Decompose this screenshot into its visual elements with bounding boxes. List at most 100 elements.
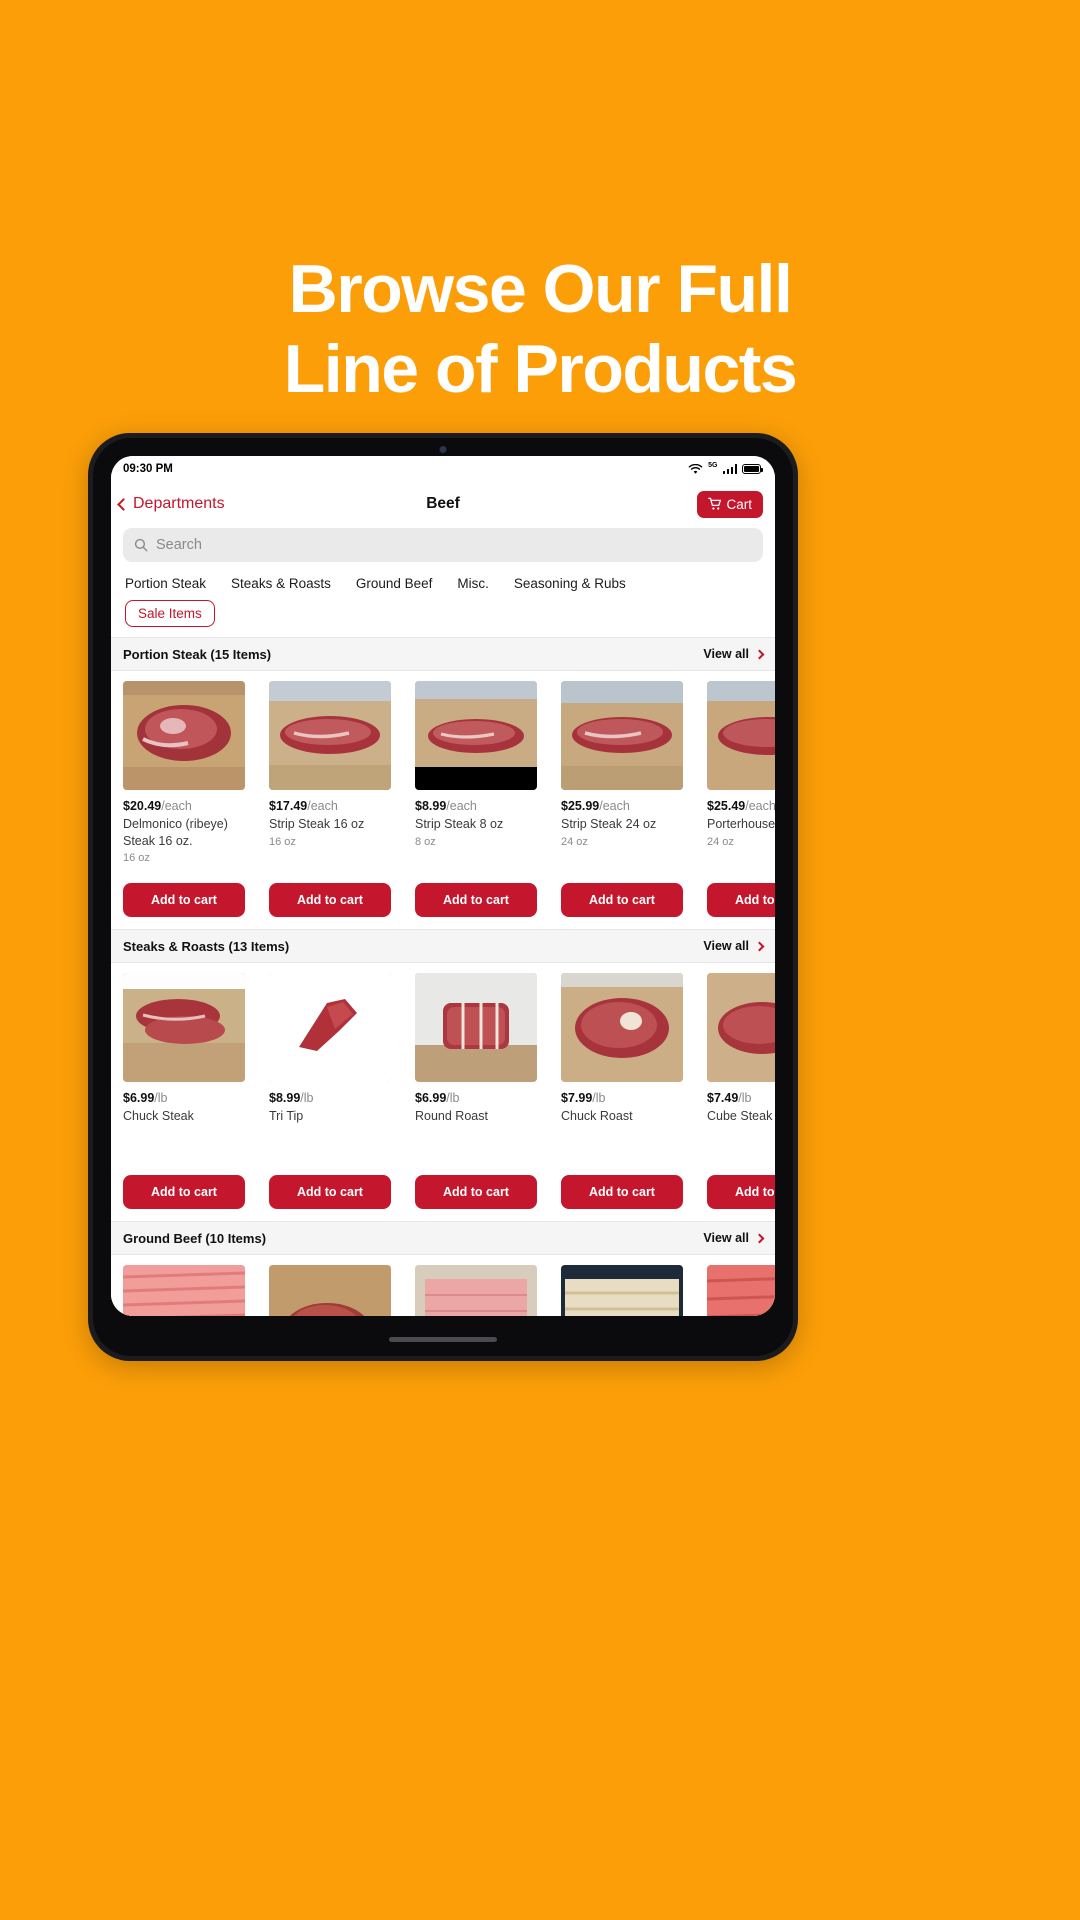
steak-photo-icon — [707, 973, 775, 1082]
product-image — [561, 1265, 683, 1316]
price-unit: /each — [161, 799, 192, 813]
product-card[interactable] — [269, 1265, 391, 1316]
product-image — [269, 973, 391, 1082]
price-unit: /lb — [592, 1091, 606, 1105]
price-unit: /each — [599, 799, 630, 813]
product-info: $25.99/each Strip Steak 24 oz 24 oz — [561, 799, 683, 873]
price-unit: /each — [307, 799, 338, 813]
home-indicator — [389, 1337, 497, 1342]
product-image — [707, 681, 775, 790]
tablet-device-frame: 09:30 PM 5G Departments Beef Cart Search… — [88, 433, 798, 1361]
tablet-bezel: 09:30 PM 5G Departments Beef Cart Search… — [93, 438, 793, 1356]
price-value: $6.99 — [123, 1091, 155, 1105]
add-to-cart-button[interactable]: Add to cart — [561, 1175, 683, 1209]
add-to-cart-button[interactable]: Add to cart — [269, 1175, 391, 1209]
product-size: 24 oz — [707, 835, 734, 848]
back-to-departments-button[interactable]: Departments — [117, 495, 225, 513]
cart-label: Cart — [726, 496, 752, 512]
product-card[interactable] — [415, 1265, 537, 1316]
view-all-link[interactable]: View all — [703, 1231, 765, 1245]
product-card[interactable]: $6.99/lb Chuck Steak Add to cart — [123, 973, 245, 1209]
product-card[interactable] — [123, 1265, 245, 1316]
product-card[interactable]: $25.49/each Porterhouse 24 oz 24 oz Add … — [707, 681, 775, 917]
roast-photo-icon — [415, 973, 537, 1082]
add-to-cart-button[interactable]: Add to cart — [269, 883, 391, 917]
steak-photo-icon — [269, 973, 391, 1082]
add-to-cart-button[interactable]: Add to cart — [123, 883, 245, 917]
chip-sale-items[interactable]: Sale Items — [125, 600, 215, 627]
add-to-cart-button[interactable]: Add to cart — [123, 1175, 245, 1209]
section-header: Steaks & Roasts (13 Items) View all — [111, 929, 775, 963]
ground-beef-photo-icon — [561, 1265, 683, 1316]
product-info: $8.99/each Strip Steak 8 oz 8 oz — [415, 799, 537, 873]
section-title: Steaks & Roasts (13 Items) — [123, 938, 290, 954]
product-image — [415, 1265, 537, 1316]
add-to-cart-button[interactable]: Add to cart — [415, 883, 537, 917]
product-card[interactable]: $7.49/lb Cube Steak Add to cart — [707, 973, 775, 1209]
tab-seasoning-rubs[interactable]: Seasoning & Rubs — [514, 576, 626, 591]
price-unit: /lb — [300, 1091, 314, 1105]
add-to-cart-button[interactable]: Add to cart — [707, 883, 775, 917]
product-card[interactable] — [561, 1265, 683, 1316]
product-name: Tri Tip — [269, 1109, 304, 1123]
product-card[interactable]: $6.99/lb Round Roast Add to cart — [415, 973, 537, 1209]
filter-chip-row: Sale Items — [111, 591, 775, 637]
price-value: $20.49 — [123, 799, 162, 813]
product-name: Porterhouse 24 oz — [707, 817, 775, 831]
price-value: $25.49 — [707, 799, 746, 813]
product-card[interactable] — [707, 1265, 775, 1316]
section-header: Portion Steak (15 Items) View all — [111, 637, 775, 671]
chevron-left-icon — [117, 497, 130, 511]
product-row: $20.49/each Delmonico (ribeye) Steak 16 … — [111, 671, 775, 929]
search-icon — [134, 538, 148, 552]
product-card[interactable]: $8.99/each Strip Steak 8 oz 8 oz Add to … — [415, 681, 537, 917]
add-to-cart-button[interactable]: Add to cart — [707, 1175, 775, 1209]
product-image — [561, 973, 683, 1082]
product-name: Cube Steak — [707, 1109, 773, 1123]
product-info: $7.49/lb Cube Steak — [707, 1091, 775, 1165]
product-image — [123, 973, 245, 1082]
price-value: $8.99 — [415, 799, 447, 813]
product-price: $25.49/each — [707, 799, 775, 813]
category-tab-bar: Portion Steak Steaks & Roasts Ground Bee… — [111, 570, 775, 591]
price-unit: /lb — [446, 1091, 460, 1105]
search-placeholder: Search — [156, 537, 202, 553]
view-all-label: View all — [703, 939, 749, 953]
add-to-cart-button[interactable]: Add to cart — [561, 883, 683, 917]
navigation-bar: Departments Beef Cart — [111, 482, 775, 526]
steak-photo-icon — [123, 973, 245, 1082]
product-image — [269, 1265, 391, 1316]
product-price: $6.99/lb — [123, 1091, 245, 1105]
product-card[interactable]: $8.99/lb Tri Tip Add to cart — [269, 973, 391, 1209]
steak-photo-icon — [123, 681, 245, 790]
product-card[interactable]: $17.49/each Strip Steak 16 oz 16 oz Add … — [269, 681, 391, 917]
product-info: $25.49/each Porterhouse 24 oz 24 oz — [707, 799, 775, 873]
search-input[interactable]: Search — [123, 528, 763, 562]
tab-portion-steak[interactable]: Portion Steak — [125, 576, 206, 591]
product-price: $25.99/each — [561, 799, 683, 813]
tab-steaks-roasts[interactable]: Steaks & Roasts — [231, 576, 331, 591]
status-indicators: 5G — [688, 462, 764, 475]
tab-misc[interactable]: Misc. — [457, 576, 489, 591]
product-price: $6.99/lb — [415, 1091, 537, 1105]
product-info: $7.99/lb Chuck Roast — [561, 1091, 683, 1165]
product-card[interactable]: $7.99/lb Chuck Roast Add to cart — [561, 973, 683, 1209]
view-all-label: View all — [703, 1231, 749, 1245]
product-info: $8.99/lb Tri Tip — [269, 1091, 391, 1165]
view-all-link[interactable]: View all — [703, 647, 765, 661]
view-all-link[interactable]: View all — [703, 939, 765, 953]
headline-line-2: Line of Products — [283, 330, 798, 407]
cart-button[interactable]: Cart — [697, 490, 763, 518]
product-name: Round Roast — [415, 1109, 488, 1123]
product-size: 16 oz — [123, 852, 150, 864]
product-card[interactable]: $25.99/each Strip Steak 24 oz 24 oz Add … — [561, 681, 683, 917]
steak-photo-icon — [415, 681, 537, 790]
price-unit: /each — [745, 799, 775, 813]
product-scroll-area[interactable]: Portion Steak (15 Items) View all $20.49… — [111, 637, 775, 1316]
product-image — [123, 1265, 245, 1316]
add-to-cart-button[interactable]: Add to cart — [415, 1175, 537, 1209]
product-card[interactable]: $20.49/each Delmonico (ribeye) Steak 16 … — [123, 681, 245, 917]
product-info: $6.99/lb Chuck Steak — [123, 1091, 245, 1165]
tab-ground-beef[interactable]: Ground Beef — [356, 576, 433, 591]
search-bar-container: Search — [111, 526, 775, 570]
